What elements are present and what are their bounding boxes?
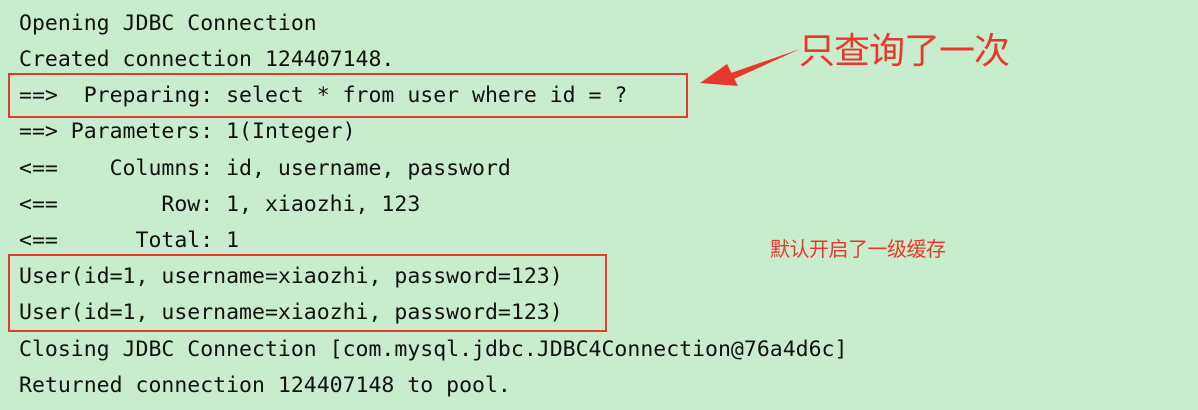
console-output: Opening JDBC Connection Created connecti… bbox=[0, 0, 1198, 410]
sql-query-highlight-box bbox=[8, 73, 688, 118]
log-line-created-connection: Created connection 124407148. bbox=[19, 47, 395, 72]
log-line-returned-connection: Returned connection 124407148 to pool. bbox=[19, 373, 511, 398]
log-line-parameters: ==> Parameters: 1(Integer) bbox=[19, 119, 356, 144]
log-line-total: <== Total: 1 bbox=[19, 228, 240, 253]
log-line-columns: <== Columns: id, username, password bbox=[19, 156, 511, 181]
log-line-closing-connection: Closing JDBC Connection [com.mysql.jdbc.… bbox=[19, 337, 848, 362]
user-results-highlight-box bbox=[8, 254, 607, 332]
annotation-first-level-cache: 默认开启了一级缓存 bbox=[770, 237, 946, 261]
log-line-opening-connection: Opening JDBC Connection bbox=[19, 11, 317, 36]
log-line-row: <== Row: 1, xiaozhi, 123 bbox=[19, 192, 421, 217]
annotation-query-once: 只查询了一次 bbox=[799, 31, 1010, 72]
